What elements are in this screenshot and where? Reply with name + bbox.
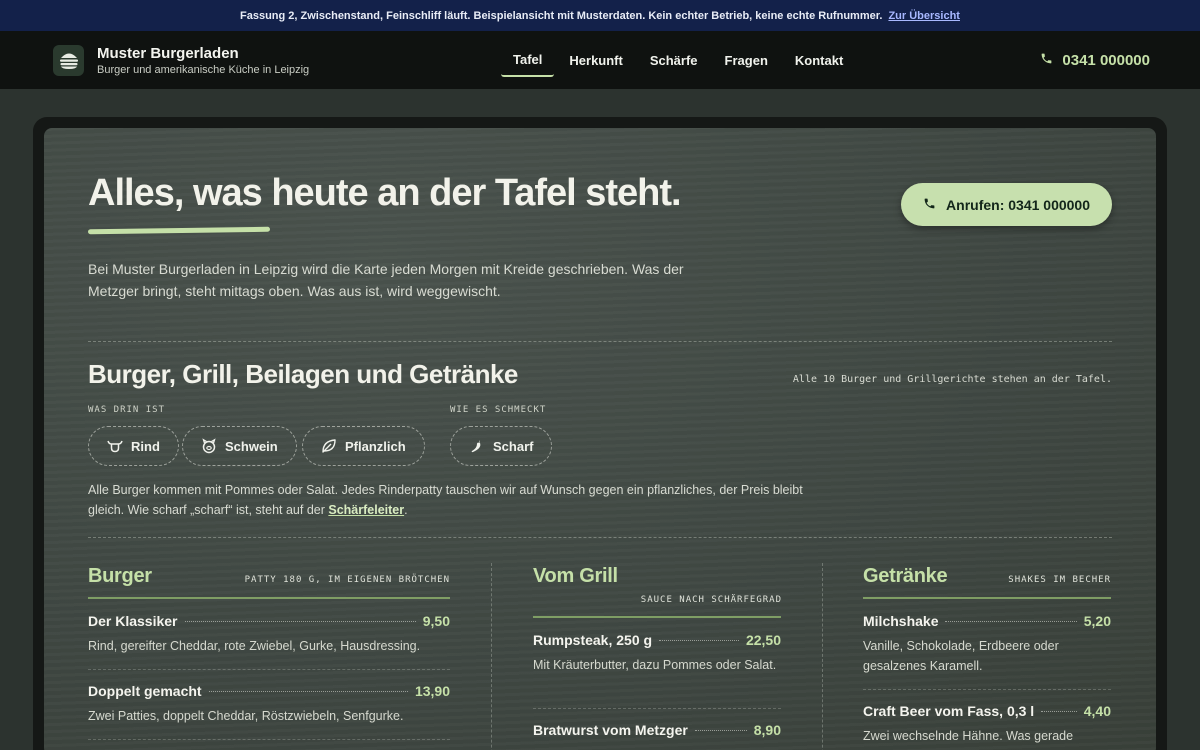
schaerfeleiter-link[interactable]: Schärfeleiter <box>328 503 404 517</box>
grill-column-subtitle: SAUCE NACH SCHÄRFEGRAD <box>640 595 782 605</box>
menu-legend-text: Alle Burger kommen mit Pommes oder Salat… <box>88 483 803 517</box>
filter-chip-rind[interactable]: Rind <box>88 426 179 466</box>
leader-dots <box>694 730 747 731</box>
menu-item-price: 9,50 <box>422 613 450 629</box>
drinks-column-subtitle: SHAKES IM BECHER <box>1008 575 1111 585</box>
menu-item-name: Craft Beer vom Fass, 0,3 l <box>863 703 1035 719</box>
chip-label: Scharf <box>493 438 534 454</box>
menu-item[interactable]: Der Klassiker 9,50 Rind, gereifter Chedd… <box>88 613 450 656</box>
column-rule <box>88 597 450 599</box>
phone-icon <box>1040 52 1053 69</box>
menu-legend: Alle Burger kommen mit Pommes oder Salat… <box>88 483 803 517</box>
divider <box>88 537 1112 538</box>
leader-dots <box>208 691 408 692</box>
menu-item-name: Rumpsteak, 250 g <box>533 632 653 648</box>
menu-section-title: Burger, Grill, Beilagen und Getränke <box>88 359 518 389</box>
drinks-column-header: Getränke SHAKES IM BECHER <box>863 565 1111 588</box>
menu-item-price: 22,50 <box>745 632 781 648</box>
item-separator <box>88 669 450 670</box>
brand-tagline: Burger und amerikanische Küche in Leipzi… <box>97 63 310 76</box>
item-separator <box>863 689 1111 690</box>
notice-bar: Fassung 2, Zwischenstand, Feinschliff lä… <box>0 0 1200 31</box>
menu-item-price: 13,90 <box>414 683 450 699</box>
menu-item-description: Mit Kräuterbutter, dazu Pommes oder Sala… <box>533 658 777 672</box>
burger-logo-icon[interactable] <box>53 44 84 76</box>
page-title: Alles, was heute an der Tafel steht. <box>88 172 682 214</box>
nav-kontakt[interactable]: Kontakt <box>783 45 855 76</box>
chili-pepper-icon <box>469 438 485 454</box>
grill-column-header: Vom Grill <box>533 565 781 588</box>
chalkboard-frame: Alles, was heute an der Tafel steht. Anr… <box>33 117 1167 750</box>
menu-item[interactable]: Milchshake 5,20 Vanille, Schokolade, Erd… <box>863 613 1111 676</box>
column-divider <box>822 563 823 750</box>
menu-item[interactable]: Craft Beer vom Fass, 0,3 l 4,40 Zwei wec… <box>863 703 1111 746</box>
chalkboard: Alles, was heute an der Tafel steht. Anr… <box>44 128 1156 750</box>
call-button-label: Anrufen: 0341 000000 <box>946 196 1090 213</box>
menu-item-name: Bratwurst vom Metzger <box>533 722 688 738</box>
site-header: Muster Burgerladen Burger und amerikanis… <box>0 31 1200 89</box>
column-rule <box>863 597 1111 599</box>
pig-icon <box>201 438 217 454</box>
column-divider <box>491 563 492 750</box>
nav-schaerfe[interactable]: Schärfe <box>638 45 710 76</box>
filter-label-taste: WIE ES SCHMECKT <box>450 405 547 415</box>
menu-item[interactable]: Bratwurst vom Metzger 8,90 <box>533 722 781 738</box>
menu-item-price: 5,20 <box>1083 613 1111 629</box>
burger-column-header: Burger PATTY 180 G, IM EIGENEN BRÖTCHEN <box>88 565 450 588</box>
burger-column-title: Burger <box>88 565 152 587</box>
call-button[interactable]: Anrufen: 0341 000000 <box>901 183 1112 226</box>
filter-label-ingredients: WAS DRIN IST <box>88 405 166 415</box>
menu-item-name: Der Klassiker <box>88 613 178 629</box>
grill-column-title: Vom Grill <box>533 565 618 587</box>
burger-column-subtitle: PATTY 180 G, IM EIGENEN BRÖTCHEN <box>244 575 450 585</box>
leaf-icon <box>321 438 337 454</box>
menu-item-description: Zwei Patties, doppelt Cheddar, Röstzwieb… <box>88 709 404 723</box>
menu-item-description: Zwei wechselnde Hähne. Was gerade <box>863 729 1074 743</box>
nav-fragen[interactable]: Fragen <box>713 45 780 76</box>
leader-dots <box>1041 711 1077 712</box>
menu-item-price: 8,90 <box>753 722 781 738</box>
filter-chip-schwein[interactable]: Schwein <box>182 426 297 466</box>
menu-item-description: Vanille, Schokolade, Erdbeere oder gesal… <box>863 639 1059 673</box>
notice-text: Fassung 2, Zwischenstand, Feinschliff lä… <box>240 9 883 22</box>
menu-section-note: Alle 10 Burger und Grillgerichte stehen … <box>792 374 1112 385</box>
menu-item[interactable]: Rumpsteak, 250 g 22,50 Mit Kräuterbutter… <box>533 632 781 675</box>
phone-icon <box>923 197 936 213</box>
overview-link[interactable]: Zur Übersicht <box>888 10 960 22</box>
menu-item-name: Milchshake <box>863 613 939 629</box>
filter-chip-pflanzlich[interactable]: Pflanzlich <box>302 426 425 466</box>
leader-dots <box>659 640 739 641</box>
main-nav: Tafel Herkunft Schärfe Fragen Kontakt <box>501 31 858 89</box>
header-phone-link[interactable]: 0341 000000 <box>1040 31 1150 89</box>
leader-dots <box>945 621 1077 622</box>
filter-chip-scharf[interactable]: Scharf <box>450 426 553 466</box>
nav-herkunft[interactable]: Herkunft <box>557 45 634 76</box>
title-underline <box>87 226 271 235</box>
menu-item[interactable]: Doppelt gemacht 13,90 Zwei Patties, dopp… <box>88 683 450 726</box>
intro-text: Bei Muster Burgerladen in Leipzig wird d… <box>88 261 684 299</box>
item-separator <box>88 739 450 740</box>
chip-label: Rind <box>131 438 160 454</box>
nav-tafel[interactable]: Tafel <box>501 44 555 77</box>
header-phone-number: 0341 000000 <box>1062 51 1150 69</box>
cow-icon <box>107 438 123 454</box>
menu-item-name: Doppelt gemacht <box>88 683 202 699</box>
menu-item-price: 4,40 <box>1083 703 1111 719</box>
leader-dots <box>184 621 416 622</box>
drinks-column-title: Getränke <box>863 565 948 587</box>
chip-label: Schwein <box>225 438 278 454</box>
column-rule <box>533 616 781 618</box>
brand: Muster Burgerladen Burger und amerikanis… <box>97 45 309 76</box>
divider <box>88 341 1112 342</box>
brand-name[interactable]: Muster Burgerladen <box>97 45 309 62</box>
item-separator <box>533 708 781 709</box>
menu-item-description: Rind, gereifter Cheddar, rote Zwiebel, G… <box>88 639 421 653</box>
chip-label: Pflanzlich <box>345 438 406 454</box>
